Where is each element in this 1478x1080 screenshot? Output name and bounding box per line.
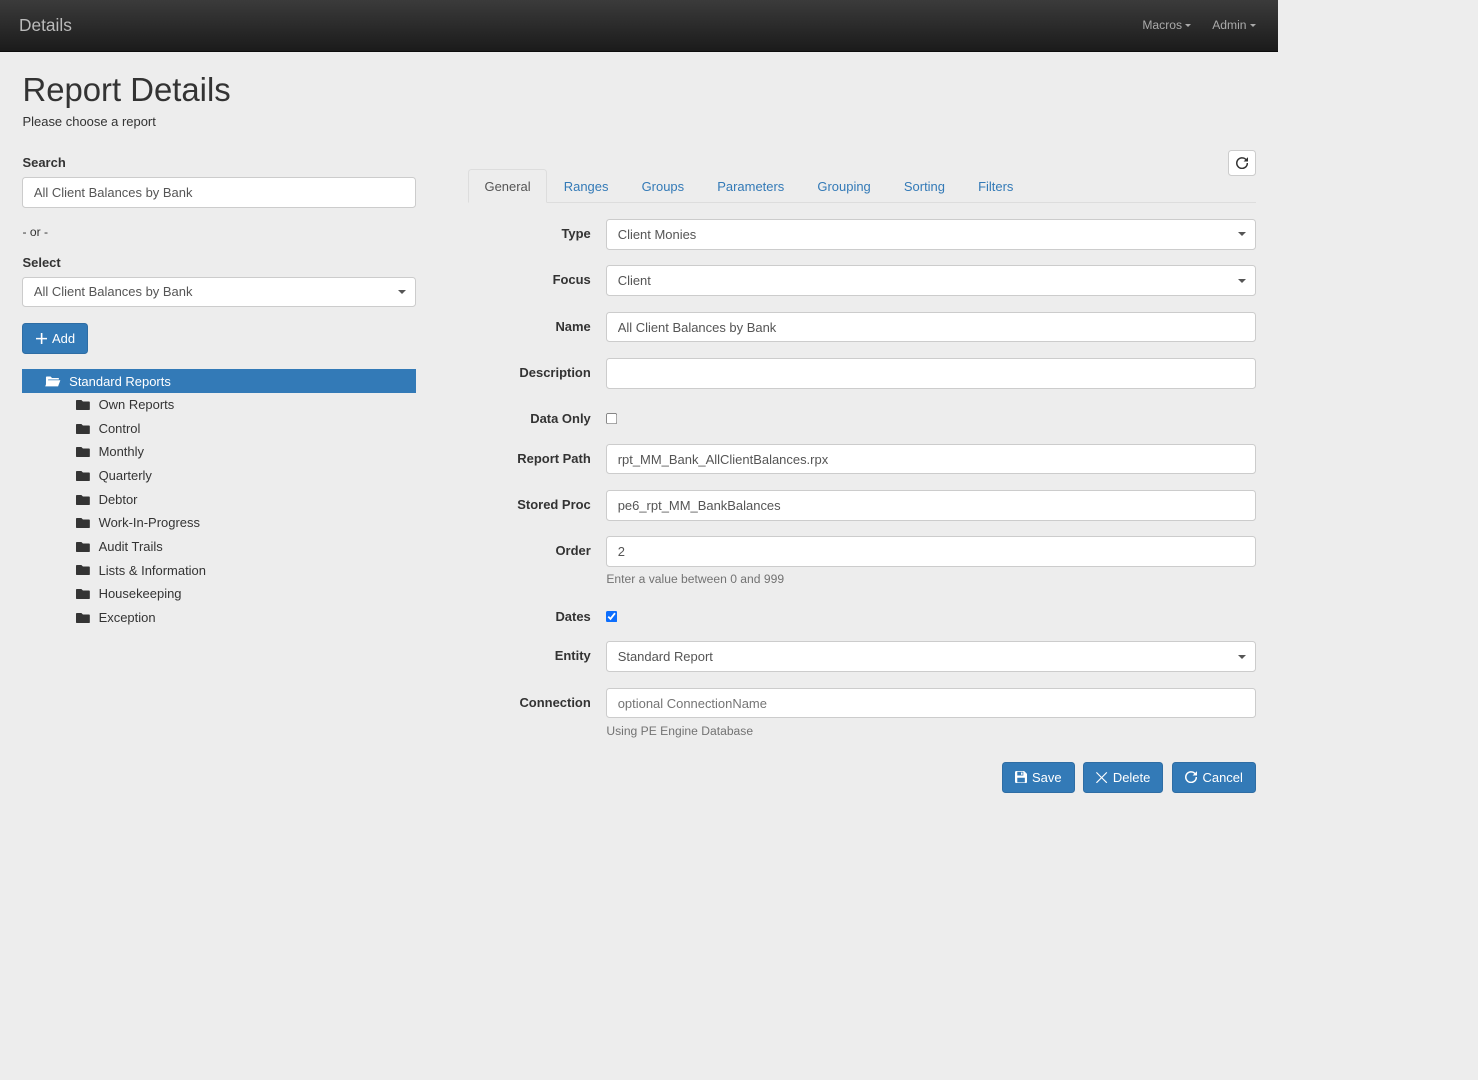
order-label: Order xyxy=(468,536,606,558)
folder-icon xyxy=(76,612,90,623)
report-tree[interactable]: Standard Reports Own Reports Control Mon… xyxy=(22,369,416,663)
focus-select[interactable]: Client xyxy=(606,265,1256,296)
tree-item[interactable]: Quarterly xyxy=(22,464,416,488)
folder-icon xyxy=(76,541,90,552)
dates-label: Dates xyxy=(468,602,606,624)
tree-item-label: Work-In-Progress xyxy=(99,515,200,530)
tab-sorting[interactable]: Sorting xyxy=(887,169,961,203)
caret-down-icon xyxy=(1250,24,1256,27)
name-label: Name xyxy=(468,312,606,334)
tree-item-label: Audit Trails xyxy=(99,539,163,554)
save-icon xyxy=(1015,771,1027,783)
navbar-brand[interactable]: Details xyxy=(19,15,72,36)
tree-item[interactable]: Lists & Information xyxy=(22,558,416,582)
search-input[interactable] xyxy=(22,177,416,208)
folder-icon xyxy=(76,588,90,599)
tabs: General Ranges Groups Parameters Groupin… xyxy=(468,169,1256,203)
tab-grouping[interactable]: Grouping xyxy=(801,169,887,203)
macros-menu[interactable]: Macros xyxy=(1142,18,1195,32)
connection-label: Connection xyxy=(468,688,606,710)
connection-input[interactable] xyxy=(606,688,1256,719)
cancel-button[interactable]: Cancel xyxy=(1172,762,1256,793)
macros-label: Macros xyxy=(1142,18,1182,32)
top-navbar: Details Macros Admin xyxy=(0,0,1278,52)
tree-item-label: Lists & Information xyxy=(99,563,206,578)
folder-icon xyxy=(76,517,90,528)
tab-ranges[interactable]: Ranges xyxy=(547,169,625,203)
admin-menu[interactable]: Admin xyxy=(1212,18,1259,32)
storedproc-label: Stored Proc xyxy=(468,490,606,512)
admin-label: Admin xyxy=(1212,18,1246,32)
or-text: - or - xyxy=(22,225,416,239)
description-label: Description xyxy=(468,358,606,380)
report-select[interactable]: All Client Balances by Bank xyxy=(22,277,416,308)
order-help: Enter a value between 0 and 999 xyxy=(606,572,1256,586)
add-button[interactable]: Add xyxy=(22,323,88,354)
tree-item-label: Quarterly xyxy=(99,468,152,483)
folder-icon xyxy=(76,564,90,575)
page-title: Report Details xyxy=(22,71,1256,109)
tree-item-label: Housekeeping xyxy=(99,586,182,601)
entity-select[interactable]: Standard Report xyxy=(606,641,1256,672)
description-input[interactable] xyxy=(606,358,1256,389)
select-label: Select xyxy=(22,255,416,270)
tree-item[interactable]: Exception xyxy=(22,606,416,630)
folder-open-icon xyxy=(45,375,61,387)
tab-parameters[interactable]: Parameters xyxy=(701,169,801,203)
folder-icon xyxy=(76,423,90,434)
type-select[interactable]: Client Monies xyxy=(606,219,1256,250)
tree-item[interactable]: Control xyxy=(22,417,416,441)
tree-root-label: Standard Reports xyxy=(69,374,171,389)
type-label: Type xyxy=(468,219,606,241)
folder-icon xyxy=(76,399,90,410)
tree-item[interactable]: Work-In-Progress xyxy=(22,511,416,535)
refresh-icon xyxy=(1185,771,1197,783)
folder-icon xyxy=(76,494,90,505)
tree-item[interactable]: Debtor xyxy=(22,487,416,511)
tree-item[interactable]: Housekeeping xyxy=(22,582,416,606)
cancel-label: Cancel xyxy=(1203,770,1243,785)
dates-checkbox[interactable] xyxy=(606,611,618,623)
name-input[interactable] xyxy=(606,312,1256,343)
search-label: Search xyxy=(22,155,416,170)
refresh-button[interactable] xyxy=(1228,150,1256,176)
caret-down-icon xyxy=(1185,24,1191,27)
page-subtitle: Please choose a report xyxy=(22,114,1256,129)
add-label: Add xyxy=(52,331,75,346)
tree-item[interactable]: Monthly xyxy=(22,440,416,464)
storedproc-input[interactable] xyxy=(606,490,1256,521)
dataonly-checkbox[interactable] xyxy=(606,413,618,425)
folder-icon xyxy=(76,446,90,457)
tree-item-label: Debtor xyxy=(99,492,138,507)
refresh-icon xyxy=(1236,157,1248,169)
tree-item-label: Control xyxy=(99,421,141,436)
dataonly-label: Data Only xyxy=(468,404,606,426)
save-label: Save xyxy=(1032,770,1062,785)
close-icon xyxy=(1096,772,1107,783)
save-button[interactable]: Save xyxy=(1002,762,1075,793)
folder-icon xyxy=(76,470,90,481)
tree-item-label: Own Reports xyxy=(99,397,175,412)
tree-item[interactable]: Own Reports xyxy=(22,393,416,417)
reportpath-label: Report Path xyxy=(468,444,606,466)
tab-general[interactable]: General xyxy=(468,169,547,203)
tab-groups[interactable]: Groups xyxy=(625,169,701,203)
tab-filters[interactable]: Filters xyxy=(962,169,1030,203)
tree-item[interactable]: Audit Trails xyxy=(22,535,416,559)
delete-label: Delete xyxy=(1113,770,1151,785)
tree-item-label: Monthly xyxy=(99,444,144,459)
reportpath-input[interactable] xyxy=(606,444,1256,475)
order-input[interactable] xyxy=(606,536,1256,567)
delete-button[interactable]: Delete xyxy=(1083,762,1163,793)
focus-label: Focus xyxy=(468,265,606,287)
tree-item-label: Exception xyxy=(99,610,156,625)
plus-icon xyxy=(36,333,47,344)
tree-root[interactable]: Standard Reports xyxy=(22,369,416,393)
entity-label: Entity xyxy=(468,641,606,663)
connection-help: Using PE Engine Database xyxy=(606,724,1256,738)
